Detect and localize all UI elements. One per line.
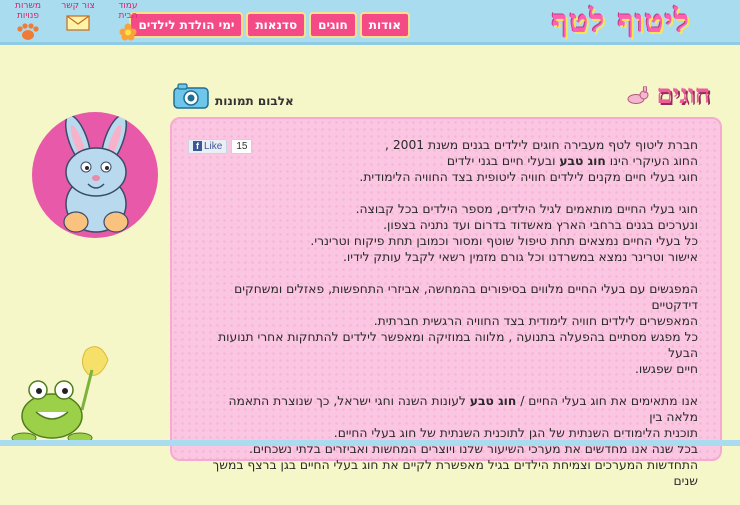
text-line: חוגי בעלי החיים מותאמים לגיל הילדים, מספ… (355, 202, 698, 216)
text-line: אישור וטרינר נמצא במשרדנו וכל גורם מזמין… (342, 250, 698, 264)
text-line: ונערכים בגנים ברחבי הארץ מאשדוד בדרום וע… (383, 218, 698, 232)
bold-term: חוג טבע (559, 154, 606, 168)
main-nav: אודות חוגים סדנאות ימי הולדת לילדים (129, 12, 410, 38)
page-title: חוגים (656, 80, 710, 110)
text-line: ובעלי חיים בגני ילדים (446, 154, 560, 168)
photo-album-link[interactable]: אלבום תמונות (173, 83, 294, 109)
home-link[interactable]: עמוד הבית (108, 1, 148, 41)
page-title-area: חוגים (626, 80, 710, 110)
nav-item-about[interactable]: אודות (359, 12, 410, 38)
utility-links: משרות פנויות צור קשר עמוד הבית (8, 1, 148, 41)
text-line: התחדשות המערכים וצמיחת הילדים בגיל מאפשר… (212, 458, 698, 488)
text-line: החוג העיקרי הינו (605, 154, 698, 168)
content-text: חברת ליטוף לטף מעבירה חוגים לילדים בגנים… (193, 137, 698, 505)
bold-term: חוג טבע (469, 394, 517, 408)
nav-item-workshops[interactable]: סדנאות (246, 12, 307, 38)
rabbit-illustration (32, 112, 158, 238)
bottom-bar (0, 440, 740, 446)
text-line: כל בעלי החיים נמצאים תחת טיפול שוטף ומסו… (310, 234, 698, 248)
text-line: אנו מתאימים את חוג בעלי החיים / (516, 394, 698, 408)
text-line: חיים שפגשו. (634, 362, 698, 376)
camera-icon (173, 83, 209, 109)
jobs-link[interactable]: משרות פנויות (8, 1, 48, 41)
photo-album-label: אלבום תמונות (215, 94, 294, 108)
nav-item-classes[interactable]: חוגים (309, 12, 357, 38)
text-line: כל מפגש מסתיים בהפעלה בתנועה , מלווה במו… (218, 330, 698, 360)
jobs-label: משרות פנויות (15, 1, 41, 21)
text-line: חברת ליטוף לטף מעבירה חוגים לילדים בגנים… (385, 138, 698, 152)
contact-link[interactable]: צור קשר (58, 1, 98, 41)
frog-image (11, 346, 109, 444)
rabbit-image (63, 114, 129, 233)
text-line: המאפשרים לילדים חוויה לימודית בצד החוויה… (373, 314, 698, 328)
home-label: עמוד הבית (118, 1, 138, 21)
site-logo[interactable]: ליטוף לטף (552, 2, 690, 40)
envelope-icon (66, 15, 90, 31)
paragraph-2: חוגי בעלי החיים מותאמים לגיל הילדים, מספ… (193, 201, 698, 265)
contact-label: צור קשר (61, 1, 95, 11)
text-line: חוגי בעלי חיים מקנים לילדים חוויה ליטופי… (359, 170, 698, 184)
text-line: המפגשים עם בעלי החיים מלווים בסיפורים בה… (234, 282, 698, 312)
paw-icon (17, 23, 39, 40)
frog-illustration (8, 340, 118, 448)
paragraph-3: המפגשים עם בעלי החיים מלווים בסיפורים בה… (193, 281, 698, 377)
bunny-icon (627, 86, 649, 104)
content-panel: f Like 15 חברת ליטוף לטף מעבירה חוגים ליל… (170, 117, 722, 488)
paragraph-1: חברת ליטוף לטף מעבירה חוגים לילדים בגנים… (193, 137, 698, 185)
flower-icon (119, 23, 137, 41)
text-line: תוכנית הלימודים השנתית של הגן לתוכנית הש… (333, 426, 698, 440)
